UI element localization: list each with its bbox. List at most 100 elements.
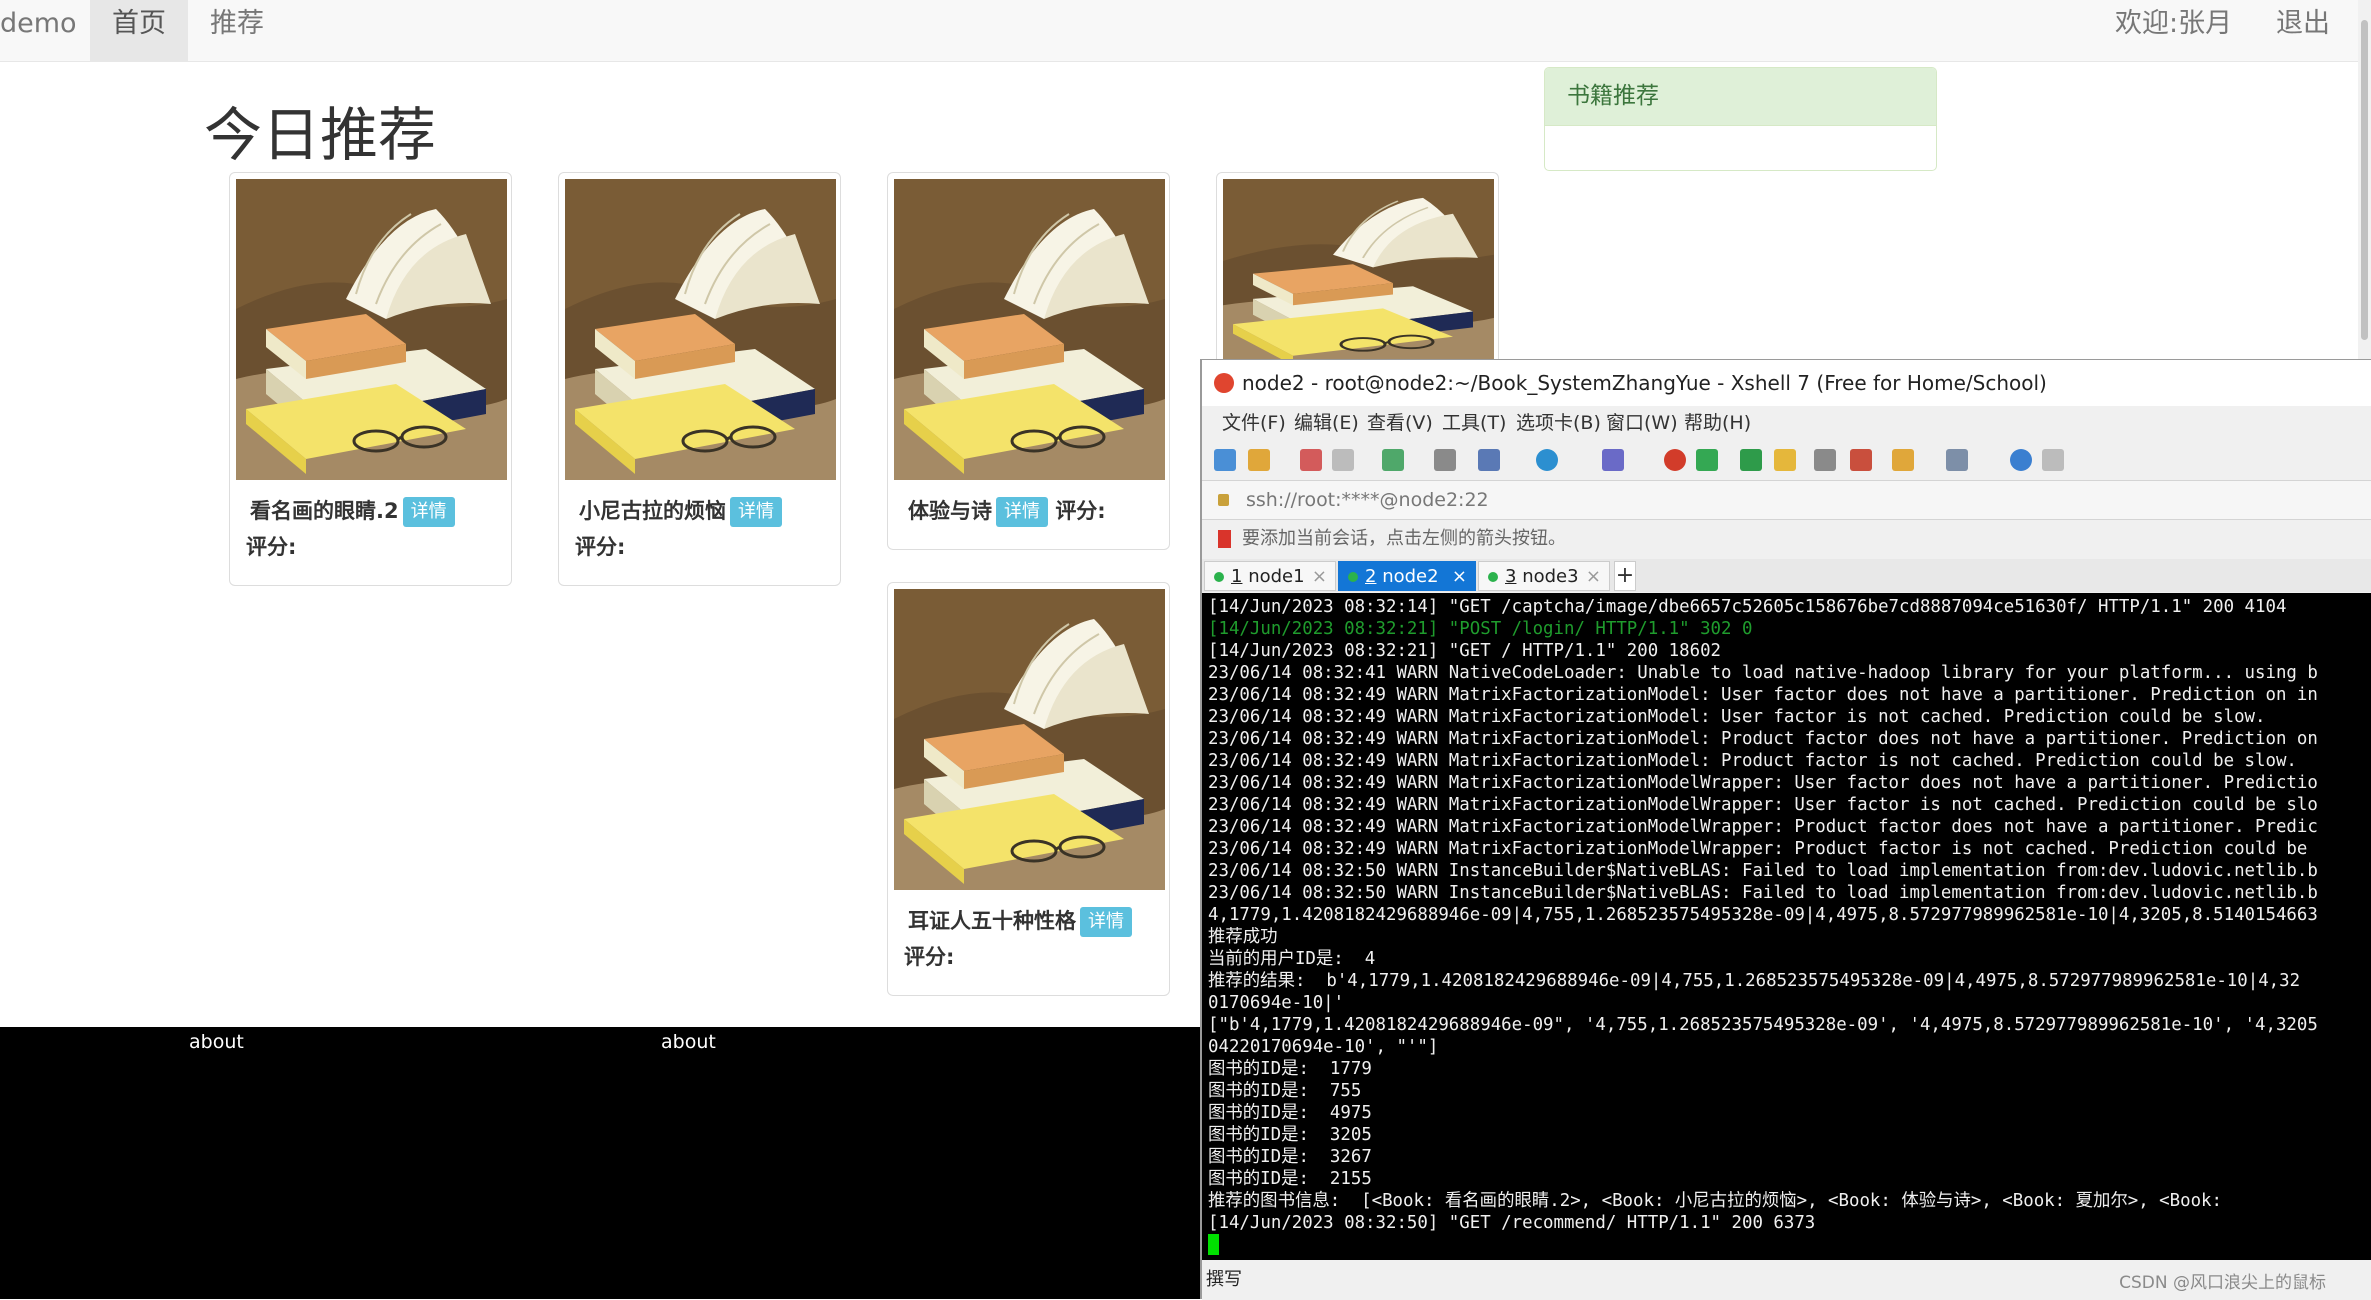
terminal-line: 推荐成功: [1208, 927, 1278, 947]
book-title: 耳证人五十种性格: [908, 909, 1076, 933]
book-stack-illustration: [894, 589, 1165, 890]
book-cover-image[interactable]: [894, 179, 1165, 480]
menu-window[interactable]: 窗口(W): [1606, 406, 1678, 440]
highlight-icon[interactable]: [1850, 449, 1872, 471]
book-card: 小尼古拉的烦恼 详情 评分:: [558, 172, 841, 586]
properties-icon[interactable]: [1382, 449, 1404, 471]
menu-tabs[interactable]: 选项卡(B): [1516, 406, 1601, 440]
window-layout-icon[interactable]: [1946, 449, 1968, 471]
book-cover-image[interactable]: [565, 179, 836, 480]
xshell-titlebar[interactable]: node2 - root@node2:~/Book_SystemZhangYue…: [1202, 360, 2371, 406]
bookmark-icon[interactable]: [1218, 530, 1231, 548]
terminal-line: 0170694e-10|': [1208, 993, 1345, 1013]
menu-tools[interactable]: 工具(T): [1442, 406, 1506, 440]
tab-node3[interactable]: 3 node3 ×: [1478, 561, 1610, 591]
search-icon[interactable]: [1434, 449, 1456, 471]
transfer-icon[interactable]: [1892, 449, 1914, 471]
book-stack-illustration: [236, 179, 507, 480]
terminal-line: 23/06/14 08:32:50 WARN InstanceBuilder$N…: [1208, 861, 2318, 881]
menu-edit[interactable]: 编辑(E): [1294, 406, 1359, 440]
help-icon[interactable]: [2010, 449, 2032, 471]
book-stack-illustration: [1223, 179, 1494, 369]
menu-file[interactable]: 文件(F): [1222, 406, 1286, 440]
book-stack-illustration: [565, 179, 836, 480]
globe-icon[interactable]: [1536, 449, 1558, 471]
close-icon[interactable]: ×: [1312, 562, 1327, 592]
tab-number: 2: [1365, 566, 1377, 587]
footer-about-link[interactable]: about: [661, 1031, 716, 1053]
terminal-line: 23/06/14 08:32:49 WARN MatrixFactorizati…: [1208, 707, 2266, 727]
lock-icon[interactable]: [1774, 449, 1796, 471]
font-icon[interactable]: [1602, 449, 1624, 471]
book-recommend-panel: 书籍推荐: [1544, 67, 1937, 171]
add-tab-button[interactable]: +: [1614, 561, 1636, 591]
terminal-line: ["b'4,1779,1.4208182429688946e-09", '4,7…: [1208, 1015, 2318, 1035]
tab-number: 1: [1231, 566, 1243, 587]
logout-link[interactable]: 退出: [2276, 0, 2330, 47]
xshell-logo-icon: [1214, 373, 1234, 393]
close-icon[interactable]: ×: [1452, 562, 1467, 592]
xshell-icon[interactable]: [1664, 449, 1686, 471]
rating-label: 评分:: [904, 945, 955, 969]
detail-button[interactable]: 详情: [730, 497, 782, 527]
book-title: 看名画的眼睛.2: [250, 499, 399, 523]
rating-label: 评分:: [575, 535, 626, 559]
detail-button[interactable]: 详情: [996, 497, 1048, 527]
tab-node2[interactable]: 2 node2 ×: [1338, 561, 1476, 591]
fullscreen-icon[interactable]: [1740, 449, 1762, 471]
book-card: [1216, 172, 1499, 372]
new-session-icon[interactable]: [1214, 449, 1236, 471]
address-bar[interactable]: ssh://root:****@node2:22: [1202, 481, 2371, 520]
book-title: 体验与诗: [908, 499, 992, 523]
terminal-output[interactable]: [14/Jun/2023 08:32:14] "GET /captcha/ima…: [1202, 593, 2371, 1260]
detail-button[interactable]: 详情: [1080, 907, 1132, 937]
terminal-line: 23/06/14 08:32:41 WARN NativeCodeLoader:…: [1208, 663, 2318, 683]
terminal-line: 当前的用户ID是: 4: [1208, 949, 1376, 969]
terminal-line: 图书的ID是: 755: [1208, 1081, 1362, 1101]
disconnect-icon[interactable]: [1300, 449, 1322, 471]
terminal-line: 图书的ID是: 4975: [1208, 1103, 1372, 1123]
book-cover-image[interactable]: [894, 589, 1165, 890]
chat-icon[interactable]: [2042, 449, 2064, 471]
terminal-line: 图书的ID是: 3267: [1208, 1147, 1372, 1167]
nav-recommend[interactable]: 推荐: [188, 0, 286, 61]
terminal-line: 图书的ID是: 3205: [1208, 1125, 1372, 1145]
session-tabs: 1 node1 × 2 node2 × 3 node3 × +: [1202, 559, 2371, 592]
terminal-line: [14/Jun/2023 08:32:21] "GET / HTTP/1.1" …: [1208, 641, 1722, 661]
menu-help[interactable]: 帮助(H): [1684, 406, 1751, 440]
open-folder-icon[interactable]: [1248, 449, 1270, 471]
keyboard-icon[interactable]: [1814, 449, 1836, 471]
terminal-line: 04220170694e-10', "'"]: [1208, 1037, 1439, 1057]
footer: [0, 1027, 1200, 1299]
compose-label[interactable]: 撰写: [1206, 1260, 1242, 1300]
tab-node1[interactable]: 1 node1 ×: [1204, 561, 1336, 591]
terminal-line: [14/Jun/2023 08:32:50] "GET /recommend/ …: [1208, 1213, 1816, 1233]
rating-label: 评分:: [246, 535, 297, 559]
layout-icon[interactable]: [1478, 449, 1500, 471]
menu-bar: 文件(F) 编辑(E) 查看(V) 工具(T) 选项卡(B) 窗口(W) 帮助(…: [1202, 406, 2371, 440]
book-cover-image[interactable]: [1223, 179, 1494, 369]
reconnect-icon[interactable]: [1332, 449, 1354, 471]
footer-about-link[interactable]: about: [189, 1031, 244, 1053]
book-card: 体验与诗 详情 评分:: [887, 172, 1170, 550]
panel-heading: 书籍推荐: [1545, 68, 1936, 126]
book-card: 耳证人五十种性格 详情 评分:: [887, 582, 1170, 996]
hint-text: 要添加当前会话，点击左侧的箭头按钮。: [1242, 528, 1566, 549]
detail-button[interactable]: 详情: [402, 497, 455, 527]
nav-home[interactable]: 首页: [90, 0, 188, 61]
status-dot-icon: [1488, 572, 1498, 582]
book-cover-image[interactable]: [236, 179, 507, 480]
session-address: ssh://root:****@node2:22: [1246, 489, 1489, 511]
terminal-line: 4,1779,1.4208182429688946e-09|4,755,1.26…: [1208, 905, 2318, 925]
close-icon[interactable]: ×: [1586, 562, 1601, 592]
scrollbar-thumb[interactable]: [2361, 20, 2368, 340]
terminal-cursor: [1208, 1234, 1219, 1255]
terminal-line: 23/06/14 08:32:49 WARN MatrixFactorizati…: [1208, 773, 2318, 793]
terminal-line: 23/06/14 08:32:49 WARN MatrixFactorizati…: [1208, 751, 2297, 771]
terminal-line: [14/Jun/2023 08:32:14] "GET /captcha/ima…: [1208, 597, 2287, 617]
menu-view[interactable]: 查看(V): [1367, 406, 1433, 440]
tab-label: node2: [1382, 566, 1439, 587]
xftp-icon[interactable]: [1696, 449, 1718, 471]
brand-link[interactable]: demo: [0, 8, 77, 39]
session-hint-bar: 要添加当前会话，点击左侧的箭头按钮。: [1202, 520, 2371, 558]
